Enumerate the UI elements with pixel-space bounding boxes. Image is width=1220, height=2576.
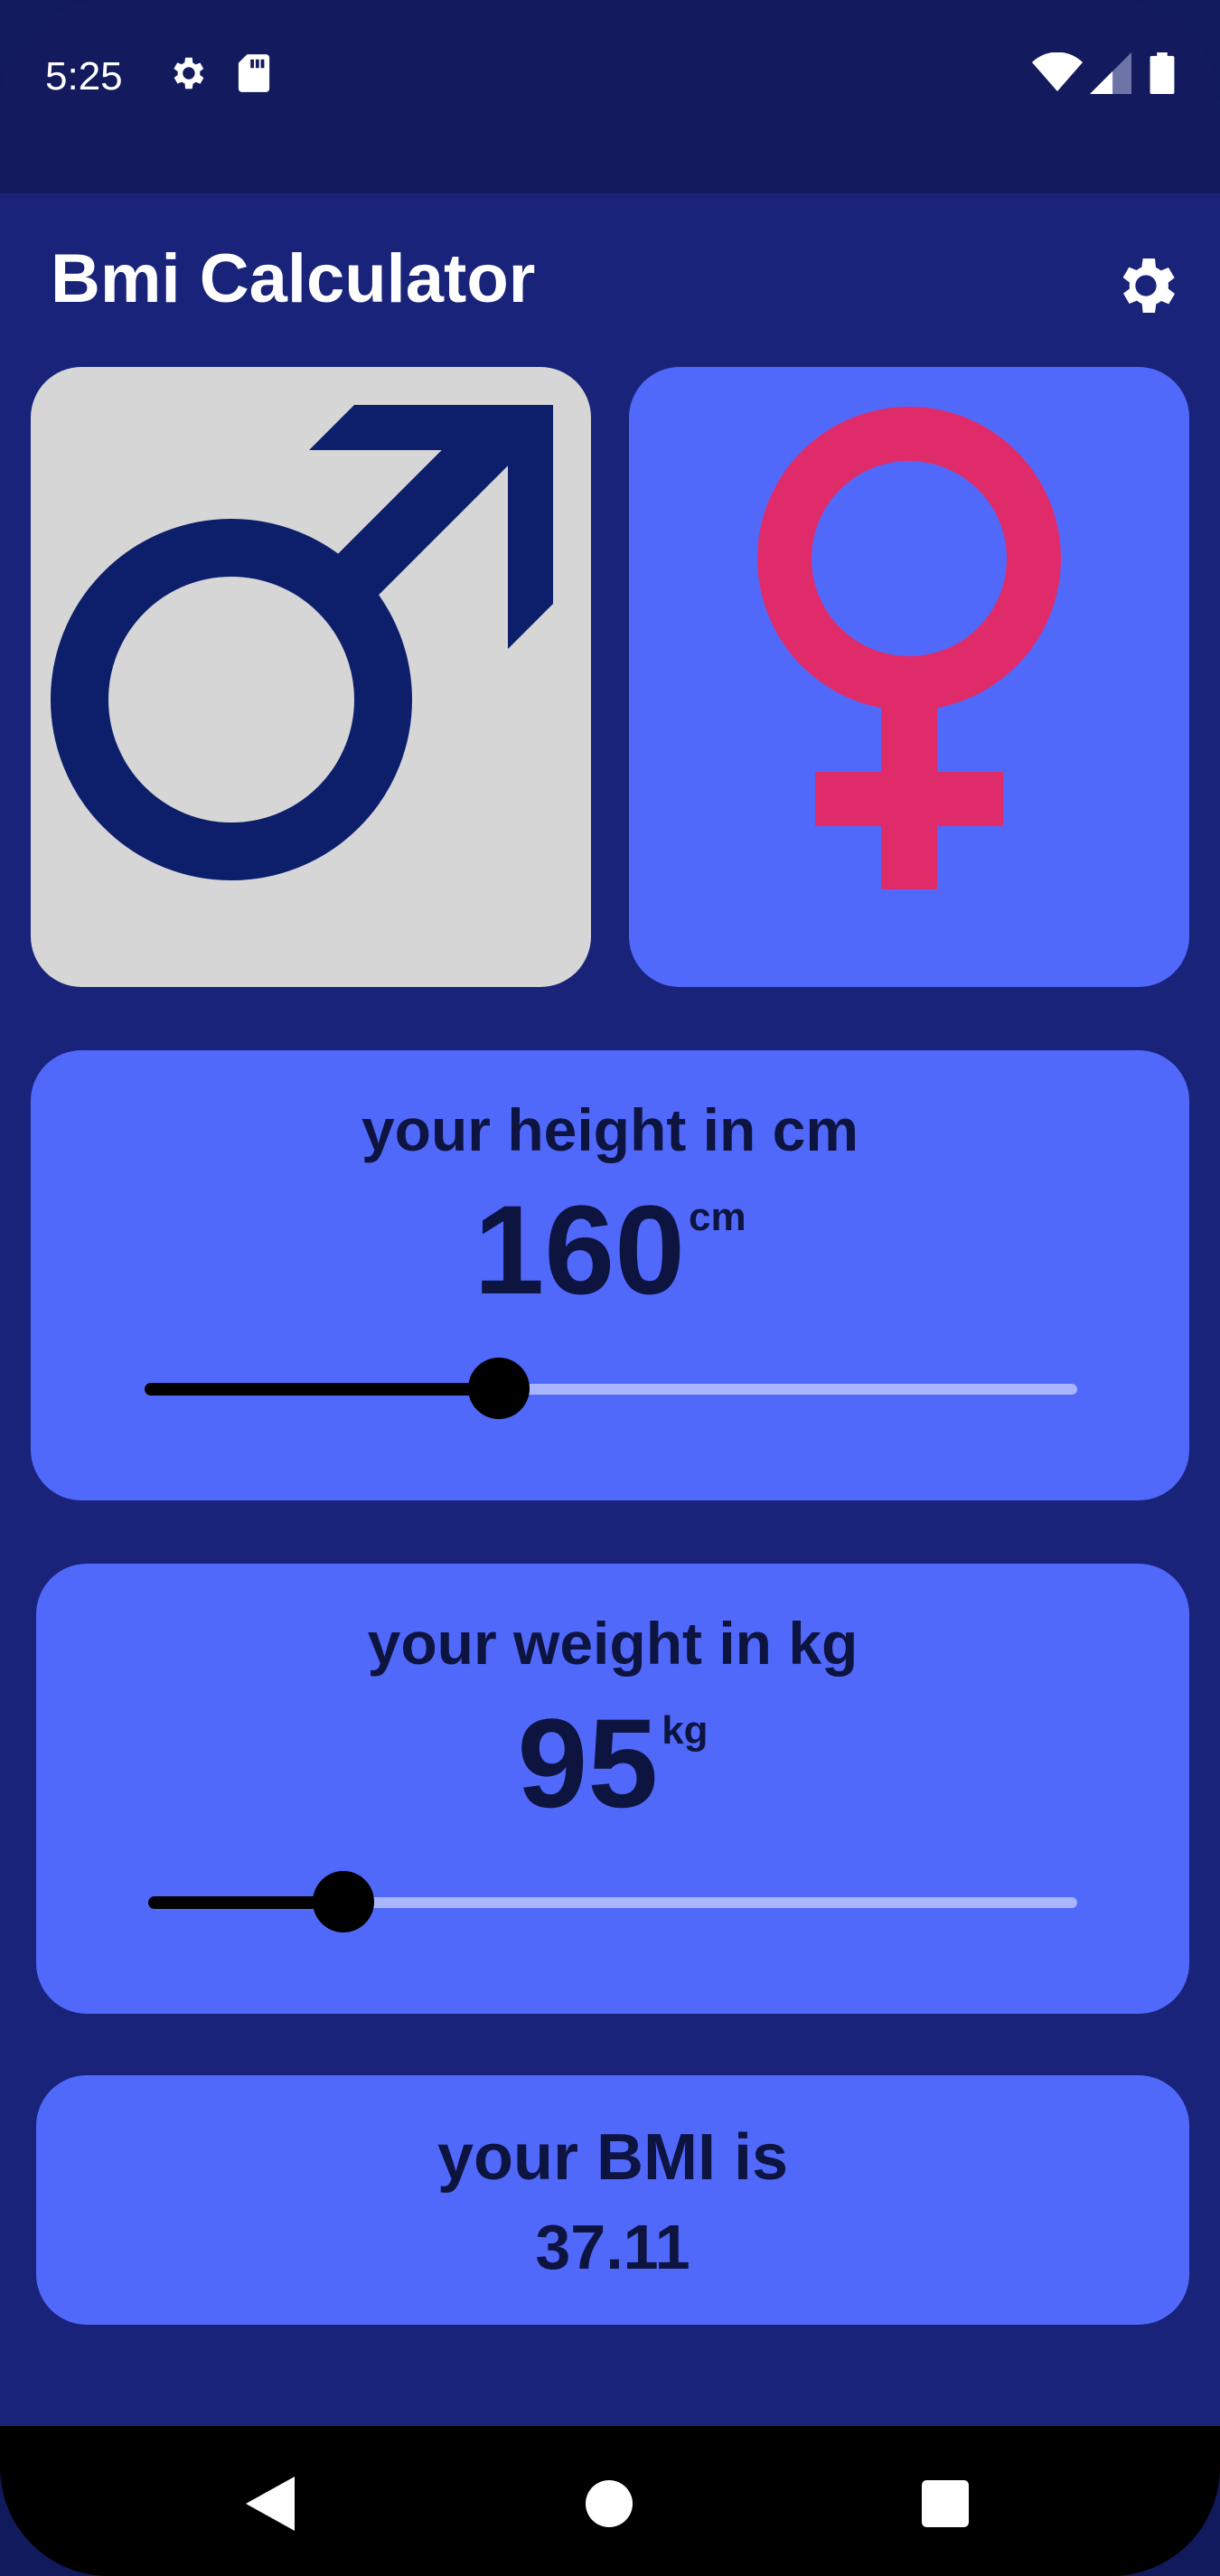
recents-icon[interactable]	[922, 2480, 969, 2527]
page-title: Bmi Calculator	[51, 240, 536, 317]
height-label: your height in cm	[361, 1096, 859, 1163]
bmi-label: your BMI is	[436, 2121, 789, 2194]
signal-icon	[1090, 52, 1131, 94]
male-card[interactable]	[31, 367, 591, 987]
settings-button[interactable]	[1110, 249, 1182, 322]
bmi-result-card: your BMI is 37.11	[36, 2075, 1189, 2325]
height-slider-thumb[interactable]	[468, 1358, 530, 1419]
female-symbol-icon	[757, 407, 1061, 889]
home-icon[interactable]	[586, 2480, 633, 2527]
back-icon[interactable]	[246, 2477, 295, 2531]
weight-number: 95	[517, 1692, 659, 1834]
weight-label: your weight in kg	[367, 1610, 859, 1677]
weight-unit: kg	[662, 1708, 709, 1753]
status-time: 5:25	[45, 54, 123, 99]
height-number: 160	[474, 1179, 685, 1321]
status-bar: 5:25	[0, 0, 1220, 193]
male-symbol-icon	[51, 405, 553, 880]
bmi-value: 37.11	[535, 2212, 690, 2282]
weight-card: your weight in kg 95kg	[36, 1564, 1189, 2014]
height-card: your height in cm 160cm	[31, 1050, 1189, 1500]
gear-icon	[1122, 259, 1175, 313]
weight-slider-thumb[interactable]	[312, 1871, 374, 1932]
height-slider[interactable]	[145, 1358, 1077, 1419]
sd-card-icon	[238, 54, 270, 92]
height-unit: cm	[689, 1195, 746, 1239]
female-card[interactable]	[629, 367, 1189, 987]
weight-slider[interactable]	[148, 1871, 1077, 1932]
battery-icon	[1150, 52, 1175, 94]
height-slider-fill	[145, 1383, 500, 1396]
wifi-icon	[1032, 52, 1083, 91]
gear-icon	[174, 57, 204, 89]
weight-value: 95kg	[36, 1690, 1189, 1837]
phone-screen: 5:25 Bmi Calculator your height in cm 16…	[0, 0, 1220, 2576]
navigation-bar	[0, 2426, 1220, 2576]
height-value: 160cm	[31, 1177, 1189, 1323]
